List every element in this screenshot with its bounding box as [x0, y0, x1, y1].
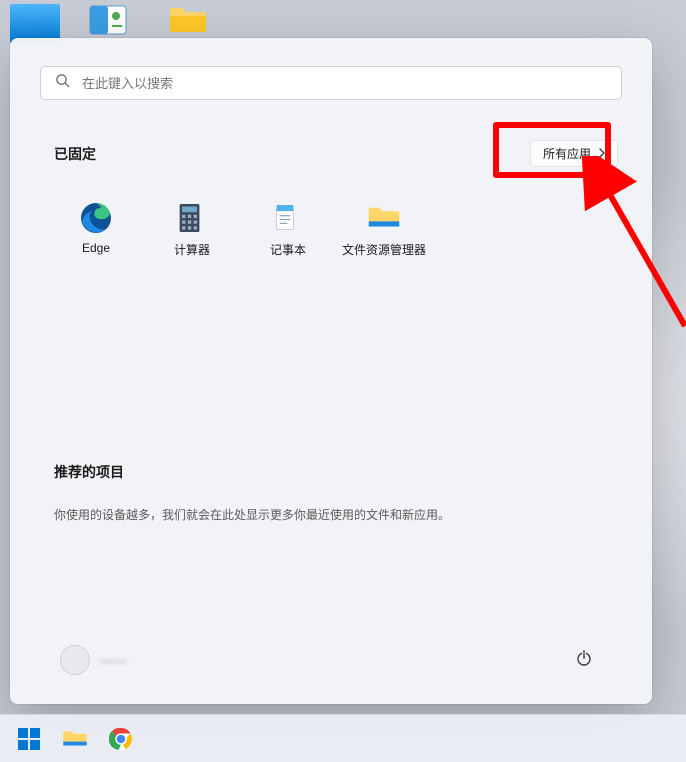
- taskbar: [0, 714, 686, 762]
- power-icon: [575, 649, 593, 672]
- start-menu: 已固定 所有应用 Edge: [10, 38, 652, 704]
- start-button[interactable]: [8, 720, 50, 758]
- user-name: ——: [100, 653, 128, 668]
- app-label: Edge: [82, 241, 110, 255]
- pinned-title: 已固定: [54, 144, 96, 164]
- taskbar-browser[interactable]: [100, 720, 142, 758]
- search-input[interactable]: [82, 76, 607, 91]
- windows-logo-icon: [17, 727, 41, 751]
- chrome-icon: [109, 727, 133, 751]
- recommended-description: 你使用的设备越多，我们就会在此处显示更多你最近使用的文件和新应用。: [54, 506, 608, 523]
- calculator-icon: [175, 201, 209, 235]
- pinned-section: 已固定 所有应用 Edge: [40, 140, 622, 262]
- file-explorer-icon: [62, 728, 88, 750]
- app-label: 文件资源管理器: [342, 241, 426, 258]
- file-explorer-icon: [367, 201, 401, 235]
- notepad-icon: [271, 201, 305, 235]
- all-apps-button[interactable]: 所有应用: [530, 140, 618, 167]
- pinned-grid: Edge 计算器: [40, 197, 622, 262]
- recommended-section: 推荐的项目 你使用的设备越多，我们就会在此处显示更多你最近使用的文件和新应用。: [40, 462, 622, 523]
- search-box[interactable]: [40, 66, 622, 100]
- power-button[interactable]: [566, 642, 602, 678]
- app-label: 计算器: [174, 241, 210, 258]
- edge-icon: [79, 201, 113, 235]
- avatar: [60, 645, 90, 675]
- search-icon: [55, 73, 70, 93]
- user-account-button[interactable]: ——: [60, 645, 128, 675]
- app-tile-edge[interactable]: Edge: [48, 197, 144, 262]
- chevron-right-icon: [597, 147, 607, 161]
- app-tile-notepad[interactable]: 记事本: [240, 197, 336, 262]
- app-tile-file-explorer[interactable]: 文件资源管理器: [336, 197, 432, 262]
- app-label: 记事本: [270, 241, 306, 258]
- recommended-title: 推荐的项目: [54, 462, 608, 482]
- all-apps-label: 所有应用: [543, 145, 591, 162]
- app-tile-calculator[interactable]: 计算器: [144, 197, 240, 262]
- start-menu-footer: ——: [40, 632, 622, 692]
- taskbar-file-explorer[interactable]: [54, 720, 96, 758]
